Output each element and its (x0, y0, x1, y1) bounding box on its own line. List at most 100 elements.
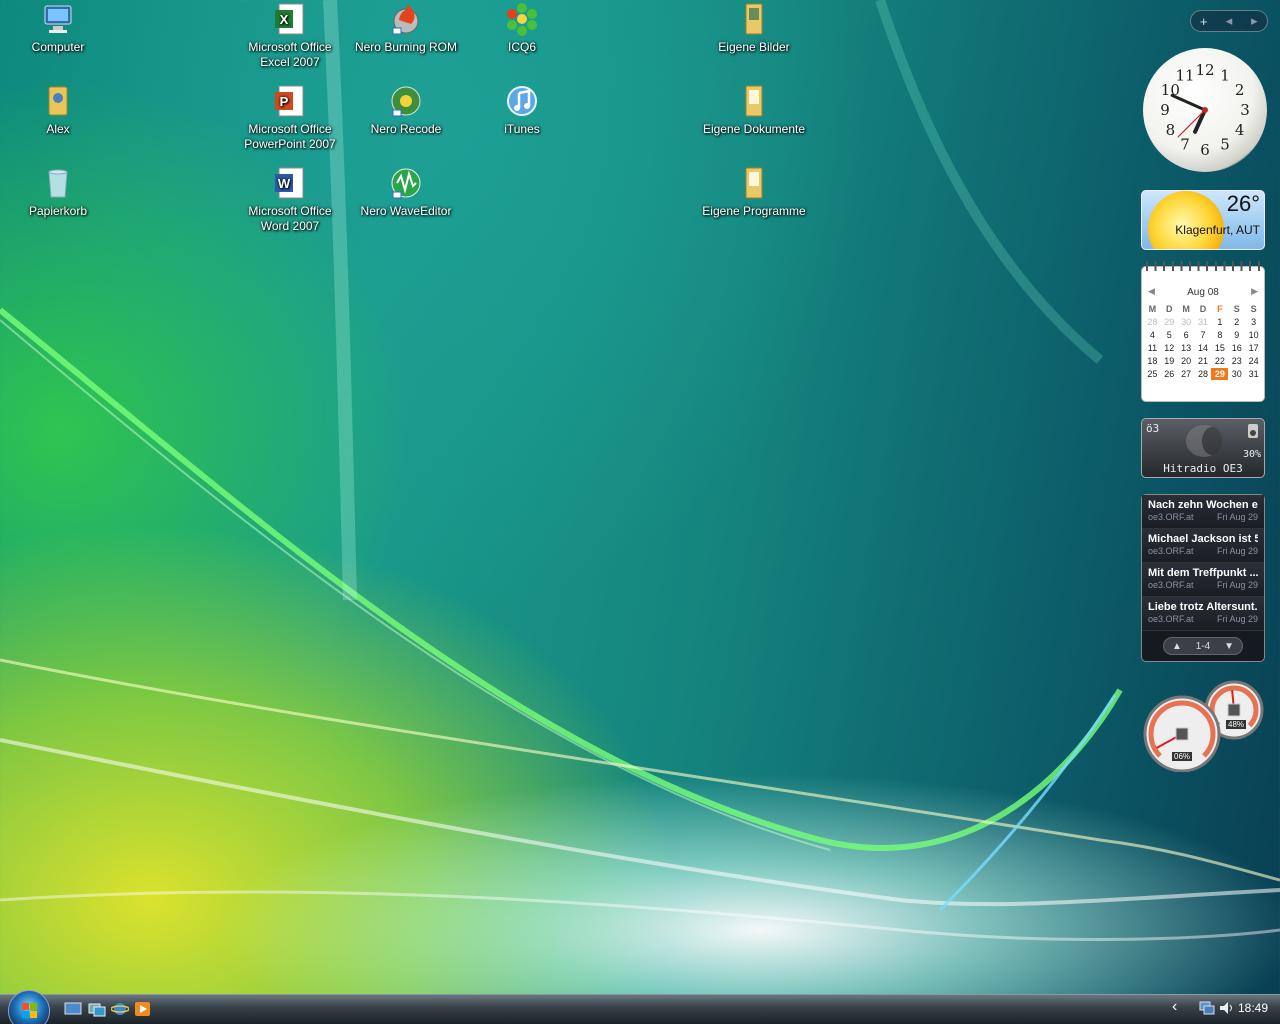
news-next-icon[interactable]: ▼ (1224, 641, 1234, 652)
desktop-icon-eigene-dokumente[interactable]: Eigene Dokumente (702, 84, 806, 137)
news-item[interactable]: Michael Jackson ist 50 oe3.ORF.at Fri Aug… (1142, 529, 1264, 563)
calendar-day[interactable]: 26 (1161, 368, 1178, 380)
news-item[interactable]: Mit dem Treffpunkt ... oe3.ORF.at Fri Aug… (1142, 563, 1264, 597)
radio-gadget[interactable]: ö3 30% Hitradio OE3 (1141, 418, 1265, 478)
desktop-icon-label: Microsoft Office Excel 2007 (248, 40, 332, 69)
news-date: Fri Aug 29 (1216, 580, 1258, 590)
desktop-icon-alex[interactable]: Alex (6, 84, 110, 137)
calendar-day[interactable]: 8 (1211, 329, 1228, 341)
calendar-day[interactable]: 25 (1144, 368, 1161, 380)
calendar-day[interactable]: 30 (1228, 368, 1245, 380)
tray-clock[interactable]: 18:49 (1238, 1001, 1268, 1015)
calendar-day[interactable]: 27 (1178, 368, 1195, 380)
calendar-day[interactable]: 19 (1161, 355, 1178, 367)
calendar-day[interactable]: 12 (1161, 342, 1178, 354)
calendar-day[interactable]: 24 (1245, 355, 1262, 367)
calendar-day[interactable]: 28 (1144, 316, 1161, 328)
network-icon[interactable] (1199, 1000, 1215, 1016)
calendar-day[interactable]: 30 (1178, 316, 1195, 328)
calendar-day[interactable]: 29 (1211, 368, 1229, 380)
news-source: oe3.ORF.at (1148, 512, 1194, 522)
calendar-day[interactable]: 2 (1228, 316, 1245, 328)
news-previous-icon[interactable]: ▲ (1172, 641, 1182, 652)
desktop-icon-itunes[interactable]: iTunes (470, 84, 574, 137)
calendar-day[interactable]: 22 (1211, 355, 1228, 367)
news-title: Liebe trotz Altersunt... (1148, 601, 1258, 613)
calendar-day[interactable]: 10 (1245, 329, 1262, 341)
clock-numeral: 5 (1220, 136, 1230, 154)
calendar-day[interactable]: 13 (1178, 342, 1195, 354)
calendar-day[interactable]: 11 (1144, 342, 1161, 354)
clock-gadget[interactable]: 12 1 2 3 4 5 6 7 8 9 10 11 (1143, 48, 1267, 172)
nero-waveeditor-icon (391, 168, 421, 199)
excel-icon: X (275, 3, 304, 35)
news-title: Michael Jackson ist 50 (1148, 533, 1258, 545)
desktop-icon-powerpoint[interactable]: P Microsoft Office PowerPoint 2007 (238, 84, 342, 152)
switch-windows-icon[interactable] (88, 1001, 106, 1017)
calendar-day[interactable]: 5 (1161, 329, 1178, 341)
weather-gadget[interactable]: 26° Klagenfurt, AUT (1141, 190, 1265, 250)
calendar-day[interactable]: 14 (1195, 342, 1212, 354)
tray-chevron-icon[interactable]: ‹ (1172, 998, 1177, 1016)
desktop-icon-label: Alex (46, 122, 70, 136)
desktop-icon-excel[interactable]: X Microsoft Office Excel 2007 (238, 2, 342, 70)
clock-numeral: 6 (1200, 141, 1210, 159)
calendar-day[interactable]: 9 (1228, 329, 1245, 341)
start-button[interactable] (8, 990, 50, 1024)
desktop-icon-nero-burning-rom[interactable]: Nero Burning ROM (354, 2, 458, 55)
media-player-icon[interactable] (134, 1001, 152, 1017)
desktop-icon-eigene-programme[interactable]: Eigene Programme (702, 166, 806, 219)
calendar-day[interactable]: 31 (1245, 368, 1262, 380)
add-gadget-button[interactable]: + (1191, 14, 1216, 29)
desktop-icon-papierkorb[interactable]: Papierkorb (6, 166, 110, 219)
calendar-day[interactable]: 4 (1144, 329, 1161, 341)
calendar-day[interactable]: 15 (1211, 342, 1228, 354)
desktop-icon-computer[interactable]: Computer (6, 2, 110, 55)
calendar-weekday: F (1217, 304, 1223, 314)
wallpaper-streaks (0, 0, 1280, 941)
folder-icon (745, 85, 763, 117)
calendar-day[interactable]: 23 (1228, 355, 1245, 367)
desktop-icon-label: iTunes (504, 122, 540, 136)
internet-explorer-icon[interactable] (111, 1001, 129, 1017)
news-date: Fri Aug 29 (1216, 546, 1258, 556)
calendar-day[interactable]: 29 (1161, 316, 1178, 328)
desktop-icon-nero-waveeditor[interactable]: Nero WaveEditor (354, 166, 458, 219)
desktop-icon-label: Nero WaveEditor (360, 204, 452, 218)
nero-recode-icon (391, 86, 421, 117)
calendar-day[interactable]: 21 (1195, 355, 1212, 367)
calendar-day[interactable]: 7 (1195, 329, 1212, 341)
calendar-day[interactable]: 20 (1178, 355, 1195, 367)
svg-text:P: P (280, 94, 289, 109)
calendar-day[interactable]: 18 (1144, 355, 1161, 367)
calendar-weekday: S (1250, 304, 1257, 314)
news-item[interactable]: Nach zehn Wochen e... oe3.ORF.at Fri Aug … (1142, 495, 1264, 529)
calendar-gadget[interactable]: ◀ Aug 08 ▶ M D M D F S S 28 29 30 31 1 2 3 4 5 6 7 8 9 10 11 1… (1141, 261, 1265, 402)
desktop-icon-label: Microsoft Office PowerPoint 2007 (244, 122, 336, 151)
next-month-icon[interactable]: ▶ (1251, 286, 1258, 297)
show-desktop-icon[interactable] (64, 1001, 82, 1017)
volume-tray-icon[interactable] (1218, 1000, 1234, 1016)
calendar-day[interactable]: 3 (1245, 316, 1262, 328)
volume-icon[interactable] (1246, 422, 1260, 440)
calendar-day[interactable]: 1 (1211, 316, 1228, 328)
calendar-day[interactable]: 6 (1178, 329, 1195, 341)
clock-hour-hand (1193, 108, 1207, 134)
desktop-icon-eigene-bilder[interactable]: Eigene Bilder (702, 2, 806, 55)
meter-dials (1143, 680, 1264, 773)
calendar-day[interactable]: 31 (1195, 316, 1212, 328)
desktop-icon-nero-recode[interactable]: Nero Recode (354, 84, 458, 137)
desktop-icon-label: Eigene Bilder (718, 40, 790, 54)
calendar-day[interactable]: 28 (1195, 368, 1212, 380)
desktop-icon-icq6[interactable]: ICQ6 (470, 2, 574, 55)
calendar-day[interactable]: 17 (1245, 342, 1262, 354)
icq-icon (507, 3, 537, 36)
cpu-meter-gadget[interactable]: 48% 06% (1140, 680, 1268, 773)
calendar-day[interactable]: 16 (1228, 342, 1245, 354)
news-source: oe3.ORF.at (1148, 580, 1194, 590)
desktop-icon-word[interactable]: W Microsoft Office Word 2007 (238, 166, 342, 234)
previous-page-button[interactable]: ◂ (1216, 13, 1241, 29)
news-gadget: Nach zehn Wochen e... oe3.ORF.at Fri Aug … (1141, 494, 1265, 662)
news-item[interactable]: Liebe trotz Altersunt... oe3.ORF.at Fri A… (1142, 597, 1264, 631)
next-page-button[interactable]: ▸ (1242, 13, 1267, 29)
